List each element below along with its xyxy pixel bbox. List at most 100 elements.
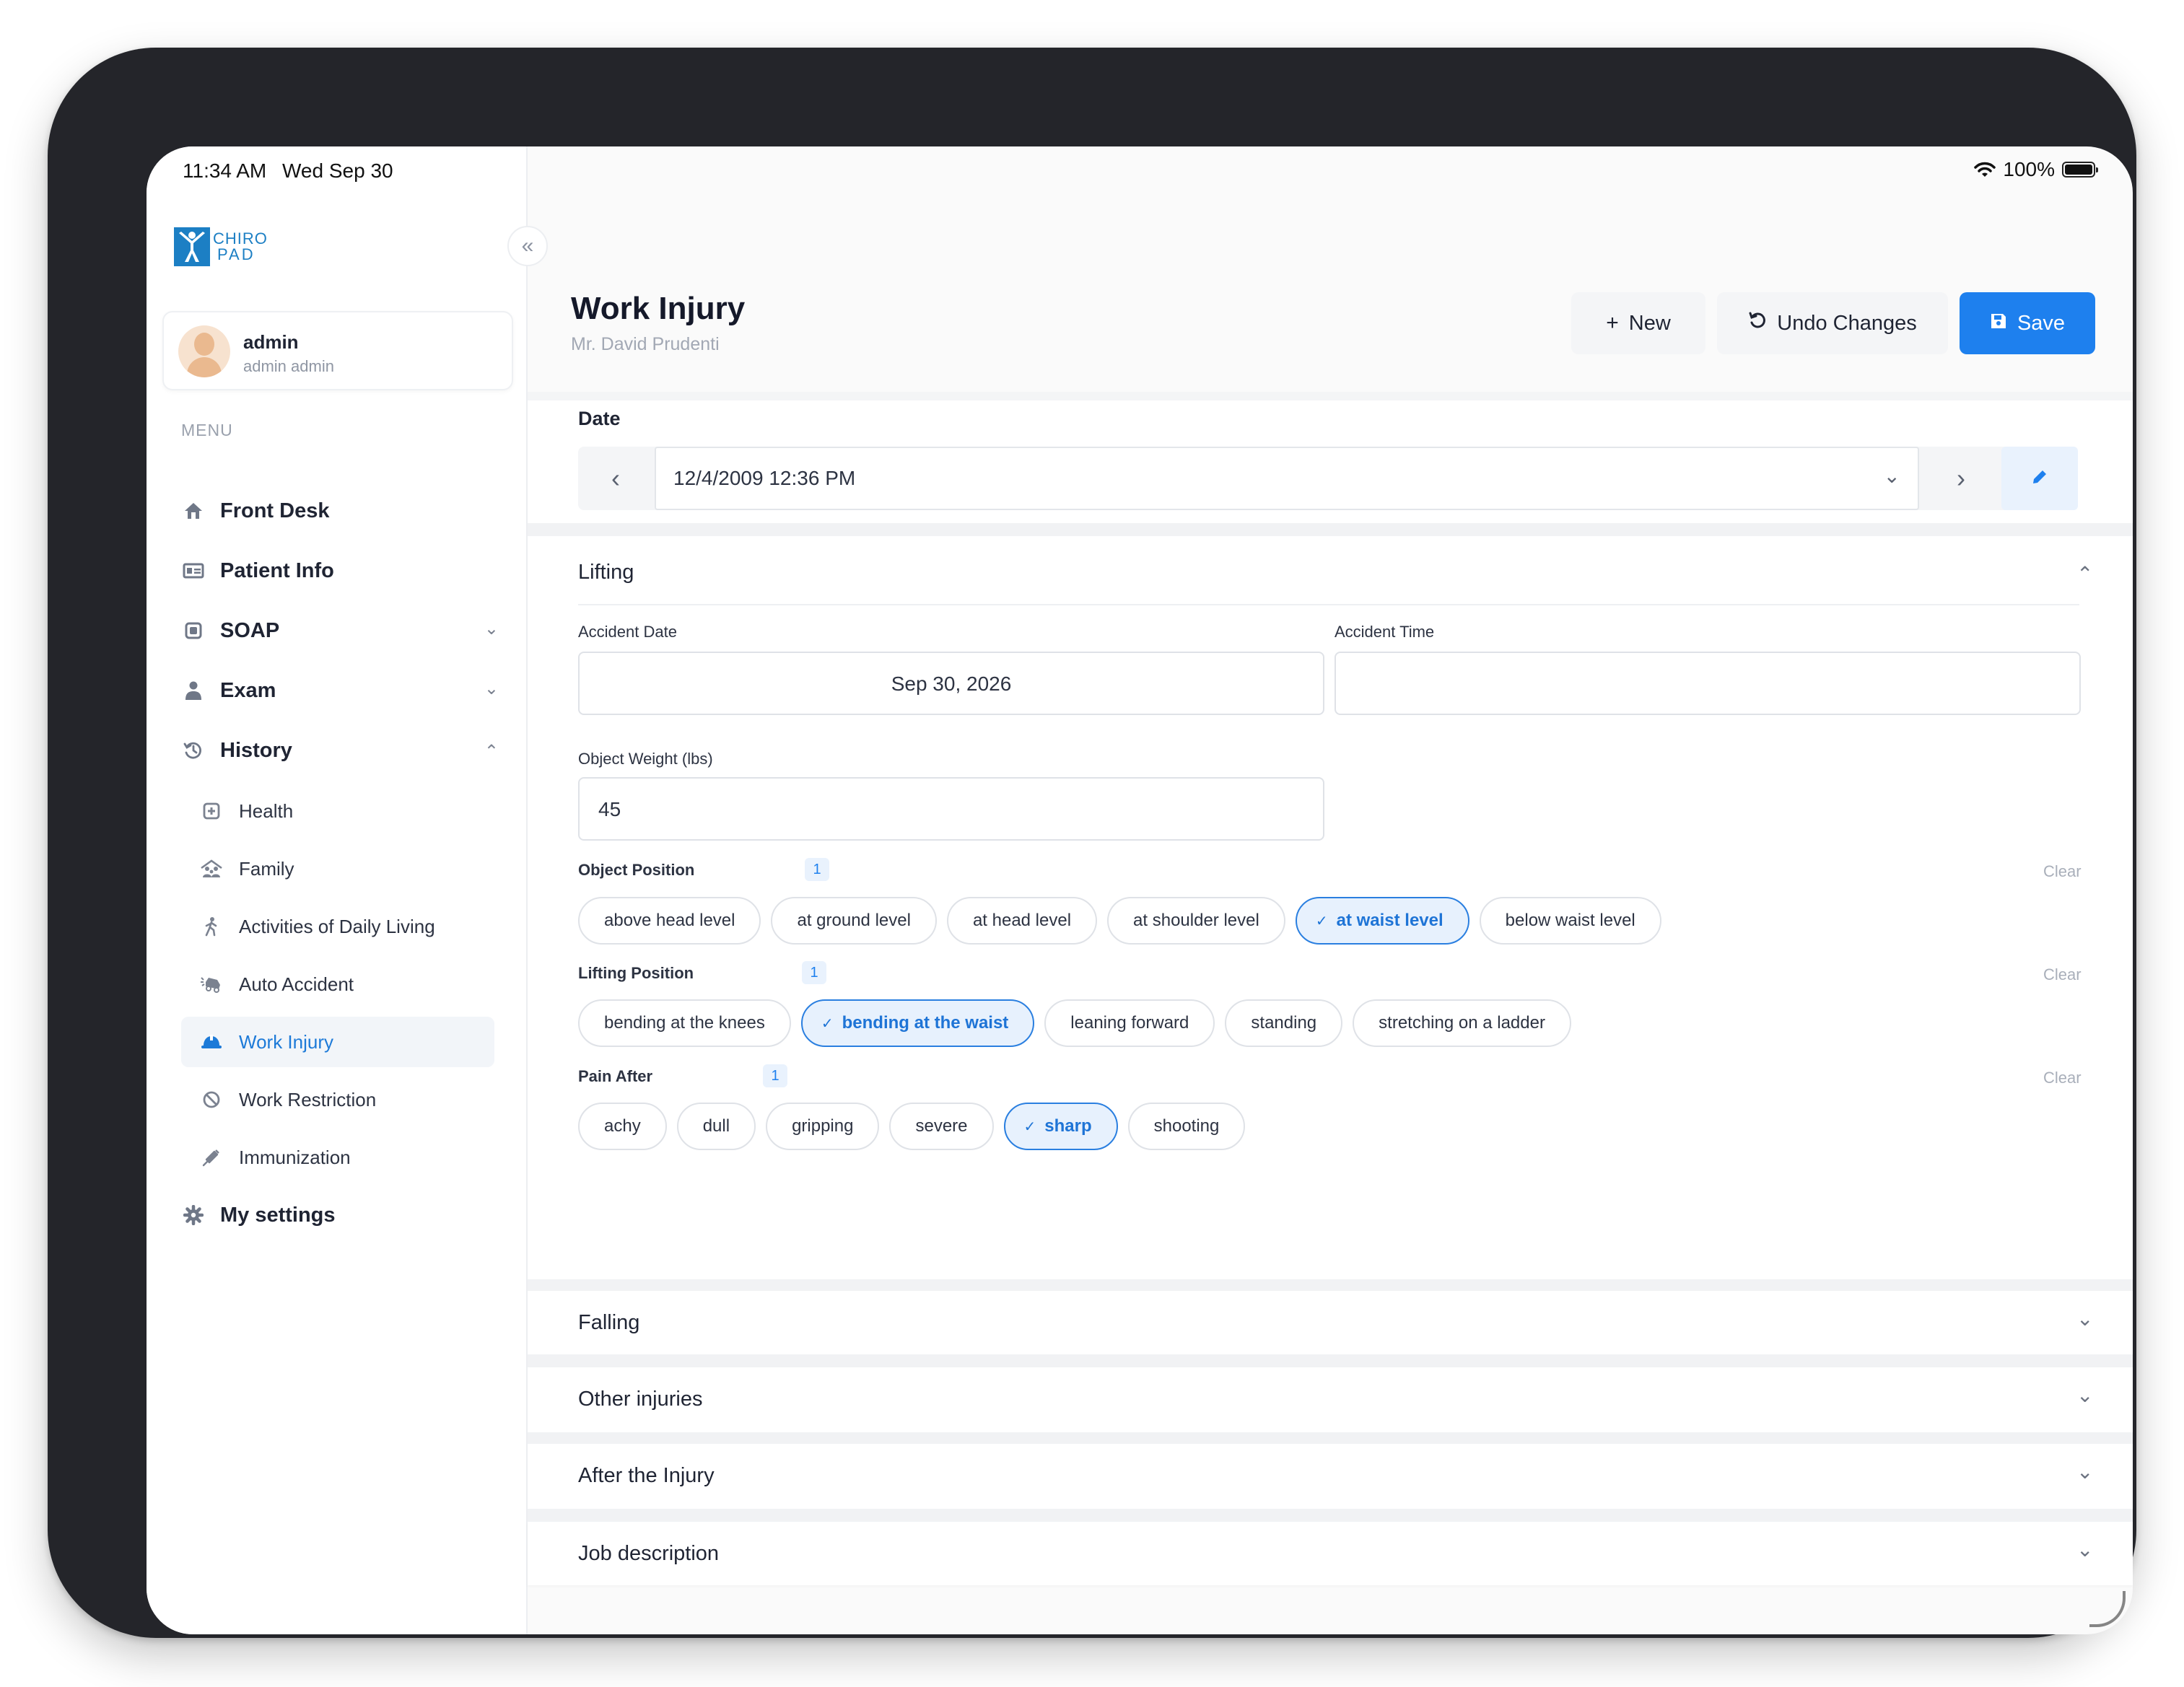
- lifting-position-clear-link[interactable]: Clear: [2043, 965, 2082, 984]
- object-position-chip[interactable]: below waist level: [1479, 897, 1661, 945]
- accident-date-value: Sep 30, 2026: [891, 672, 1012, 695]
- sidebar-item-label: SOAP: [220, 618, 280, 642]
- object-position-clear-link[interactable]: Clear: [2043, 862, 2082, 881]
- sidebar-subitem-family[interactable]: Family: [181, 844, 494, 894]
- pain-after-chip[interactable]: severe: [889, 1103, 994, 1150]
- object-position-label: Object Position: [578, 861, 695, 879]
- job-description-section[interactable]: Job description ⌄: [528, 1522, 2133, 1585]
- chiropad-logo: CHIRO PAD: [174, 227, 268, 266]
- object-weight-input[interactable]: 45: [578, 777, 1324, 841]
- sidebar-subitem-label: Immunization: [239, 1146, 351, 1168]
- object-position-chip[interactable]: at head level: [946, 897, 1098, 945]
- edit-date-button[interactable]: [2001, 447, 2078, 510]
- object-position-chip-selected[interactable]: ✓ at waist level: [1295, 897, 1469, 945]
- divider: [528, 1279, 2133, 1291]
- walking-icon: [200, 915, 223, 938]
- sidebar-subitem-activities[interactable]: Activities of Daily Living: [181, 901, 494, 952]
- pain-after-chip[interactable]: shooting: [1127, 1103, 1246, 1150]
- falling-section-header: Falling: [578, 1311, 640, 1334]
- chip-label: at shoulder level: [1133, 911, 1259, 930]
- pain-after-chip-selected[interactable]: ✓ sharp: [1003, 1103, 1118, 1150]
- divider: [528, 1354, 2133, 1367]
- pain-after-label: Pain After: [578, 1067, 653, 1085]
- undo-button-label: Undo Changes: [1777, 311, 1917, 335]
- new-button[interactable]: + New: [1571, 292, 1705, 354]
- undo-changes-button[interactable]: Undo Changes: [1717, 292, 1948, 354]
- sidebar-subitem-label: Work Restriction: [239, 1088, 377, 1110]
- check-icon: ✓: [1315, 913, 1328, 929]
- save-button[interactable]: Save: [1960, 292, 2095, 354]
- date-select[interactable]: 12/4/2009 12:36 PM ⌄: [655, 447, 1919, 510]
- after-the-injury-section[interactable]: After the Injury ⌄: [528, 1444, 2133, 1509]
- object-position-chip[interactable]: at shoulder level: [1107, 897, 1285, 945]
- pain-after-chip[interactable]: gripping: [766, 1103, 880, 1150]
- home-icon: [181, 499, 206, 523]
- hard-hat-icon: [200, 1030, 223, 1053]
- sidebar-subitem-immunization[interactable]: Immunization: [181, 1132, 494, 1183]
- lifting-position-chip[interactable]: leaning forward: [1044, 999, 1215, 1047]
- sidebar-item-soap[interactable]: SOAP ⌄: [181, 608, 499, 653]
- lifting-position-chip[interactable]: stretching on a ladder: [1353, 999, 1571, 1047]
- chevron-down-icon: ⌄: [484, 619, 499, 639]
- chip-label: below waist level: [1505, 911, 1635, 930]
- chip-label: stretching on a ladder: [1379, 1013, 1545, 1033]
- user-name: admin: [243, 331, 299, 353]
- chevron-down-icon: ⌄: [1883, 465, 1900, 487]
- chevron-down-icon: ⌄: [484, 679, 499, 698]
- pain-after-chip[interactable]: achy: [578, 1103, 667, 1150]
- sidebar-subitem-label: Activities of Daily Living: [239, 915, 435, 937]
- lifting-section-header[interactable]: Lifting: [578, 561, 634, 584]
- object-position-chip[interactable]: above head level: [578, 897, 761, 945]
- sidebar-item-exam[interactable]: Exam ⌄: [181, 668, 499, 713]
- chevron-right-icon: ›: [1957, 463, 1965, 493]
- sidebar-item-label: Patient Info: [220, 558, 334, 582]
- falling-section[interactable]: Falling ⌄: [528, 1291, 2133, 1354]
- gear-icon: [181, 1203, 206, 1227]
- lifting-position-chip[interactable]: bending at the knees: [578, 999, 791, 1047]
- syringe-icon: [200, 1146, 223, 1169]
- chevron-up-icon: ⌃: [484, 742, 499, 761]
- previous-date-button[interactable]: ‹: [578, 447, 653, 510]
- chip-label: standing: [1251, 1013, 1317, 1033]
- divider: [528, 392, 2133, 400]
- collapse-sidebar-button[interactable]: «: [507, 226, 548, 266]
- divider: [528, 1509, 2133, 1522]
- sidebar-subitem-work-restriction[interactable]: Work Restriction: [181, 1074, 494, 1125]
- chip-label: leaning forward: [1070, 1013, 1189, 1033]
- accident-time-input[interactable]: [1335, 652, 2081, 715]
- avatar: [178, 325, 230, 377]
- section-divider: [578, 604, 2079, 605]
- other-injuries-section[interactable]: Other injuries ⌄: [528, 1367, 2133, 1432]
- sidebar-item-patient-info[interactable]: Patient Info: [181, 548, 499, 593]
- pain-after-chip[interactable]: dull: [676, 1103, 756, 1150]
- date-select-value: 12/4/2009 12:36 PM: [673, 467, 856, 489]
- chip-label: bending at the waist: [842, 1013, 1009, 1033]
- user-card[interactable]: admin admin admin: [162, 311, 513, 390]
- chevron-down-icon: ⌄: [2076, 1384, 2094, 1406]
- save-button-label: Save: [2017, 311, 2066, 335]
- sidebar-subitem-auto-accident[interactable]: Auto Accident: [181, 959, 494, 1009]
- doctor-icon: [181, 678, 206, 703]
- sidebar-subitem-work-injury[interactable]: Work Injury: [181, 1017, 494, 1067]
- chevron-left-icon: ‹: [611, 463, 620, 493]
- sidebar-item-history[interactable]: History ⌃: [181, 728, 499, 773]
- sidebar-item-label: Exam: [220, 678, 276, 702]
- lifting-position-chip-selected[interactable]: ✓ bending at the waist: [800, 999, 1035, 1047]
- sidebar-subitem-health[interactable]: Health: [181, 786, 494, 836]
- sidebar-item-my-settings[interactable]: My settings: [181, 1193, 499, 1237]
- clipboard-icon: [181, 618, 206, 643]
- user-subtitle: admin admin: [243, 357, 334, 375]
- next-date-button[interactable]: ›: [1923, 447, 1999, 510]
- sidebar-subitem-label: Auto Accident: [239, 973, 354, 995]
- object-position-chip[interactable]: at ground level: [771, 897, 937, 945]
- logo-line-1: CHIRO: [213, 229, 268, 247]
- medical-icon: [200, 799, 223, 823]
- chip-label: at head level: [972, 911, 1072, 930]
- accident-date-input[interactable]: Sep 30, 2026: [578, 652, 1324, 715]
- sidebar-item-front-desk[interactable]: Front Desk: [181, 488, 499, 533]
- pain-after-clear-link[interactable]: Clear: [2043, 1069, 2082, 1087]
- chevron-down-icon: ⌄: [2076, 1460, 2094, 1483]
- chevron-up-icon[interactable]: ⌃: [2076, 562, 2093, 586]
- chip-label: at waist level: [1336, 911, 1443, 930]
- lifting-position-chip[interactable]: standing: [1225, 999, 1343, 1047]
